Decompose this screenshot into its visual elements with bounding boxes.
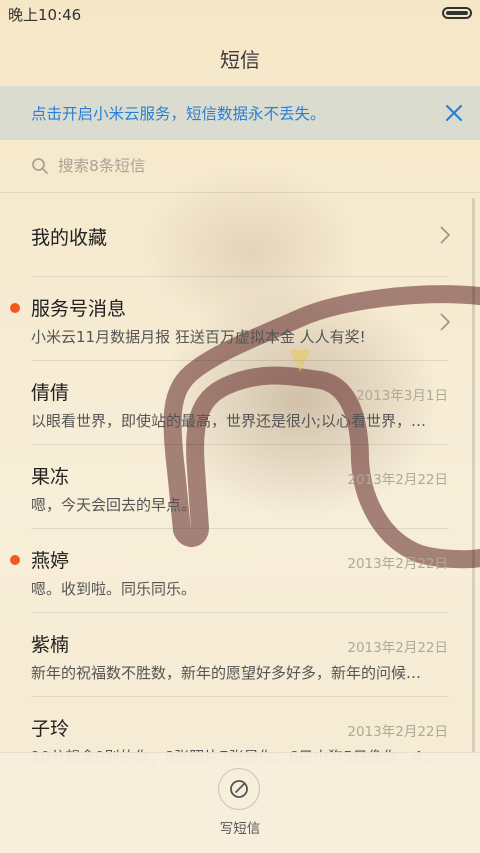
contact-name: 燕婷 bbox=[31, 550, 70, 572]
search-input[interactable] bbox=[58, 154, 438, 178]
contact-name: 紫楠 bbox=[31, 634, 70, 656]
conversation-row[interactable]: 果冻 2013年2月22日 嗯，今天会回去的早点。 bbox=[0, 445, 480, 529]
favorites-row[interactable]: 我的收藏 bbox=[0, 193, 480, 277]
compose-button[interactable] bbox=[218, 768, 260, 810]
message-date: 2013年2月22日 bbox=[347, 640, 448, 656]
conversation-row[interactable]: 紫楠 2013年2月22日 新年的祝福数不胜数，新年的愿望好多好多，新年的问候… bbox=[0, 613, 480, 697]
unread-dot bbox=[10, 555, 20, 565]
message-preview: 以眼看世界，即使站的最高，世界还是很小;以心看世界，… bbox=[31, 412, 427, 430]
search-icon bbox=[32, 158, 48, 174]
contact-name: 服务号消息 bbox=[31, 298, 127, 320]
message-preview: 嗯，今天会回去的早点。 bbox=[31, 496, 197, 514]
banner-text[interactable]: 点击开启小米云服务，短信数据永不丢失。 bbox=[31, 102, 326, 124]
conversation-row[interactable]: 倩倩 2013年3月1日 以眼看世界，即使站的最高，世界还是很小;以心看世界，… bbox=[0, 361, 480, 445]
scrollbar[interactable] bbox=[472, 198, 475, 758]
favorites-label: 我的收藏 bbox=[31, 227, 108, 249]
contact-name: 子玲 bbox=[31, 718, 70, 740]
chevron-right-icon bbox=[440, 226, 450, 244]
conversation-row[interactable]: 服务号消息 小米云11月数据月报 狂送百万虚拟本金 人人有奖! bbox=[0, 277, 480, 361]
message-date: 2013年3月1日 bbox=[355, 388, 448, 404]
contact-name: 倩倩 bbox=[31, 382, 70, 404]
message-date: 2013年2月22日 bbox=[347, 556, 448, 572]
conversation-list: 我的收藏 服务号消息 小米云11月数据月报 狂送百万虚拟本金 人人有奖! 倩倩 … bbox=[0, 193, 480, 781]
message-date: 2013年2月22日 bbox=[347, 724, 448, 740]
message-preview: 嗯。收到啦。同乐同乐。 bbox=[31, 580, 197, 598]
message-preview: 小米云11月数据月报 狂送百万虚拟本金 人人有奖! bbox=[31, 328, 366, 346]
unread-dot bbox=[10, 303, 20, 313]
battery-icon bbox=[442, 7, 472, 19]
status-time: 晚上10:46 bbox=[8, 6, 82, 24]
search-bar[interactable] bbox=[0, 140, 480, 193]
message-preview: 新年的祝福数不胜数，新年的愿望好多好多，新年的问候… bbox=[31, 664, 422, 682]
close-icon[interactable] bbox=[442, 101, 466, 125]
bottom-bar: 写短信 bbox=[0, 752, 480, 853]
page-title: 短信 bbox=[220, 48, 260, 72]
status-bar: 晚上10:46 bbox=[0, 0, 480, 28]
cloud-service-banner[interactable]: 点击开启小米云服务，短信数据永不丢失。 bbox=[0, 86, 480, 140]
conversation-row[interactable]: 燕婷 2013年2月22日 嗯。收到啦。同乐同乐。 bbox=[0, 529, 480, 613]
contact-name: 果冻 bbox=[31, 466, 70, 488]
compose-label[interactable]: 写短信 bbox=[0, 817, 480, 837]
compose-icon bbox=[230, 780, 248, 798]
message-date: 2013年2月22日 bbox=[347, 472, 448, 488]
